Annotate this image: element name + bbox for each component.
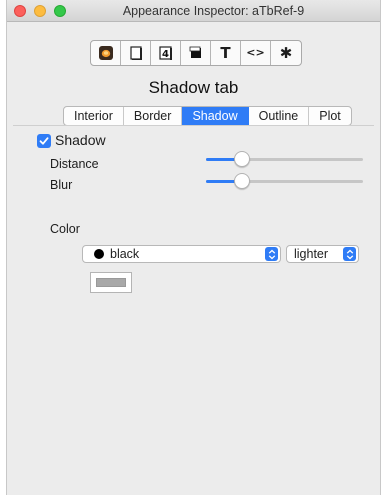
distance-slider-thumb[interactable] bbox=[234, 151, 250, 167]
color-swatch[interactable] bbox=[90, 272, 132, 293]
checkmark-icon bbox=[39, 137, 49, 145]
inspector-toolbar: 4 T <> ✱ bbox=[90, 40, 302, 66]
doc-tab-button[interactable] bbox=[121, 41, 151, 65]
text-tab-button[interactable]: T bbox=[211, 41, 241, 65]
general-tab-button[interactable] bbox=[91, 41, 121, 65]
color-dot-icon bbox=[94, 249, 104, 259]
shadow-box-icon bbox=[189, 46, 201, 58]
color-swatch-fill bbox=[96, 278, 126, 287]
appearance-tab-button[interactable] bbox=[181, 41, 211, 65]
tab-outline[interactable]: Outline bbox=[249, 107, 310, 125]
blur-slider-thumb[interactable] bbox=[234, 173, 250, 189]
tab-plot[interactable]: Plot bbox=[309, 107, 351, 125]
color-popup-value: black bbox=[110, 247, 140, 261]
code-tab-button[interactable]: <> bbox=[241, 41, 271, 65]
blur-label: Blur bbox=[50, 178, 73, 192]
number-tab-button[interactable]: 4 bbox=[151, 41, 181, 65]
color-popup[interactable]: black bbox=[82, 245, 281, 263]
updown-arrows-icon bbox=[343, 247, 356, 261]
color-label: Color bbox=[50, 222, 80, 236]
title-bar: Appearance Inspector: aTbRef-9 bbox=[7, 0, 380, 22]
number-glyph: 4 bbox=[162, 49, 169, 60]
window-title: Appearance Inspector: aTbRef-9 bbox=[122, 4, 305, 18]
shade-popup-value: lighter bbox=[294, 247, 329, 261]
number-icon: 4 bbox=[158, 46, 172, 60]
app-icon bbox=[98, 46, 113, 60]
tab-interior[interactable]: Interior bbox=[64, 107, 124, 125]
settings-tab-button[interactable]: ✱ bbox=[271, 41, 301, 65]
distance-slider[interactable] bbox=[206, 151, 363, 169]
gear-icon: ✱ bbox=[279, 44, 293, 62]
blur-slider[interactable] bbox=[206, 173, 363, 191]
appearance-tabs: Interior Border Shadow Outline Plot bbox=[63, 106, 352, 126]
shadow-checkbox-label: Shadow bbox=[55, 132, 106, 148]
shadow-checkbox[interactable] bbox=[37, 134, 51, 148]
code-icon: <> bbox=[246, 46, 265, 59]
text-icon: T bbox=[220, 44, 231, 62]
distance-label: Distance bbox=[50, 157, 99, 171]
page-title: Shadow tab bbox=[148, 78, 239, 97]
shade-popup[interactable]: lighter bbox=[286, 245, 359, 263]
tab-pane-divider bbox=[13, 125, 374, 126]
updown-arrows-icon bbox=[265, 247, 278, 261]
document-icon bbox=[129, 46, 142, 60]
tab-shadow[interactable]: Shadow bbox=[182, 107, 249, 125]
inspector-window: Appearance Inspector: aTbRef-9 4 T <> ✱ … bbox=[6, 0, 381, 495]
tab-border[interactable]: Border bbox=[124, 107, 183, 125]
